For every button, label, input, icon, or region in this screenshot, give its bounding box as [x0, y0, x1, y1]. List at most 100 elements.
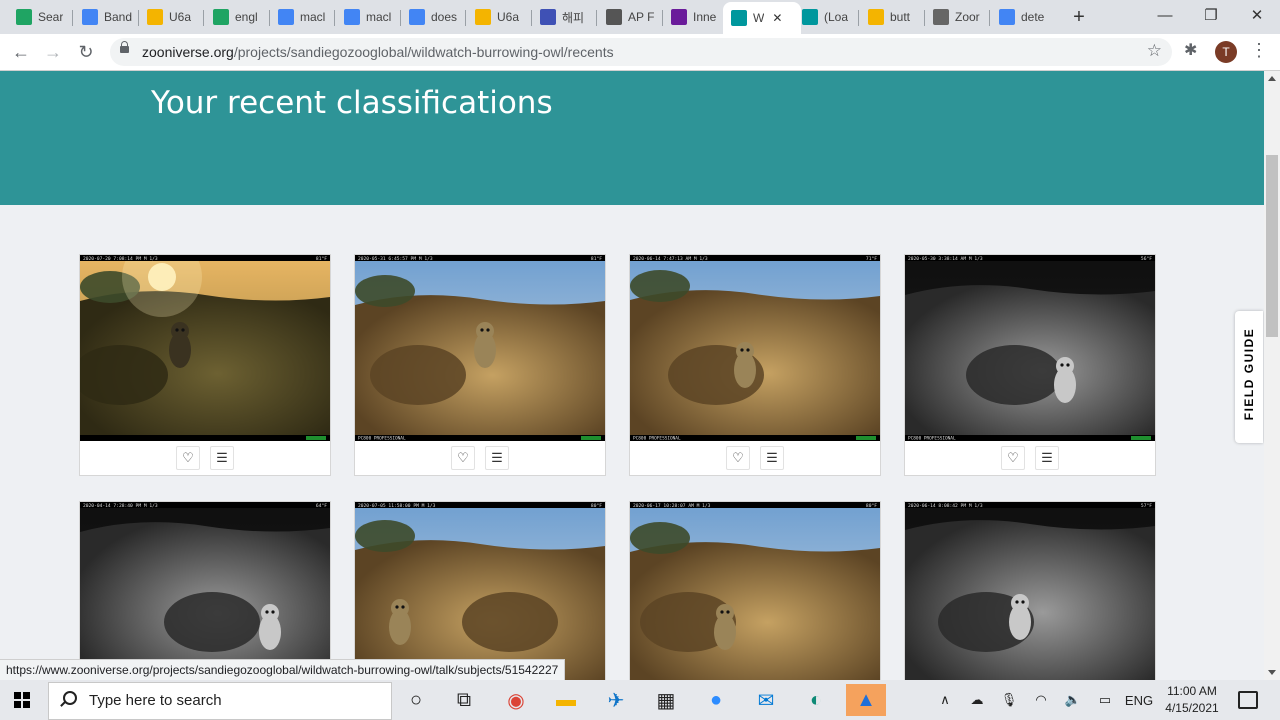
notification-icon[interactable] [1238, 691, 1258, 709]
volume-icon[interactable]: 🔈 [1062, 680, 1084, 720]
lock-icon [120, 41, 129, 53]
profile-avatar[interactable]: T [1215, 41, 1237, 63]
add-to-collection-icon[interactable]: ☰ [760, 446, 784, 470]
taskbar-search-placeholder: Type here to search [89, 692, 222, 709]
browser-tab[interactable]: 해피 [532, 4, 594, 30]
browser-tab[interactable]: macl [336, 4, 398, 30]
browser-tab[interactable]: AP F [598, 4, 660, 30]
store-icon[interactable]: ▦ [646, 684, 686, 716]
tab-separator [596, 10, 597, 26]
close-tab-icon[interactable]: ✕ [772, 11, 782, 25]
wifi-icon[interactable]: ◠ [1030, 680, 1052, 720]
subject-image[interactable]: 2020-07-05 11:58:00 PM M 1/3 80°F [355, 502, 605, 680]
subject-image[interactable]: 2020-07-20 7:08:14 PM M 1/3 81°F [80, 255, 330, 441]
subject-image[interactable]: 2020-06-14 8:08:42 PM M 1/3 57°F [905, 502, 1155, 680]
browser-tab[interactable]: (Loa [794, 4, 856, 30]
zoom-icon[interactable]: ● [696, 684, 736, 716]
task-view-icon[interactable]: ⧉ [444, 684, 484, 716]
google-docs-icon [344, 9, 360, 25]
subject-image[interactable]: 2020-05-30 3:38:14 AM M 1/3 56°F PC800 PRO… [905, 255, 1155, 441]
classification-card[interactable]: 2020-06-14 7:47:13 AM M 1/3 71°F PC800 PRO… [629, 254, 881, 476]
favorite-heart-icon[interactable]: ♡ [176, 446, 200, 470]
browser-tab[interactable]: Zoor [925, 4, 987, 30]
camera-timestamp: 2020-07-05 11:58:00 PM M 1/3 [358, 503, 436, 509]
cortana-icon[interactable]: ○ [396, 684, 436, 716]
browser-tab[interactable]: Inne [663, 4, 725, 30]
battery-icon[interactable]: ▭ [1094, 680, 1116, 720]
subject-image[interactable]: 2020-04-14 7:28:40 PM M 1/3 64°F [80, 502, 330, 680]
scroll-up-arrow-icon[interactable] [1268, 76, 1276, 81]
extensions-icon[interactable]: ✱ [1184, 40, 1197, 60]
edge-icon[interactable]: ◐ [796, 684, 836, 716]
tab-title: dete [1021, 10, 1045, 24]
tray-chevron-icon[interactable]: ∧ [934, 680, 956, 720]
minimize-button[interactable]: — [1142, 0, 1188, 34]
bookmark-star-icon[interactable]: ☆ [1147, 41, 1162, 61]
classification-card[interactable]: 2020-05-31 6:45:57 PM M 1/3 81°F PC800 PRO… [354, 254, 606, 476]
google-drive-icon [16, 9, 32, 25]
favorite-heart-icon[interactable]: ♡ [451, 446, 475, 470]
page-scrollbar[interactable] [1264, 71, 1280, 680]
onedrive-icon[interactable]: ☁ [966, 680, 988, 720]
address-bar[interactable]: zooniverse.org/projects/sandiegozoogloba… [110, 38, 1172, 66]
taskbar-search-box[interactable]: Type here to search [48, 682, 392, 720]
classification-card[interactable]: 2020-04-14 7:28:40 PM M 1/364°F♡☰ [79, 501, 331, 680]
forward-button[interactable]: → [41, 40, 65, 64]
chrome-icon[interactable]: ◉ [496, 684, 536, 716]
favorite-heart-icon[interactable]: ♡ [1001, 446, 1025, 470]
browser-tab[interactable]: engl [205, 4, 267, 30]
tab-title: butt [890, 10, 911, 24]
mail-icon[interactable]: ✉ [746, 684, 786, 716]
browser-menu-icon[interactable]: ⋮ [1250, 40, 1268, 61]
restore-button[interactable]: ❐ [1188, 0, 1234, 34]
subject-image[interactable]: 2020-06-14 7:47:13 AM M 1/3 71°F PC800 PRO… [630, 255, 880, 441]
classification-card[interactable]: 2020-06-17 10:28:07 AM M 1/380°F♡☰ [629, 501, 881, 680]
app-active-icon[interactable]: ▲ [846, 684, 886, 716]
classification-card[interactable]: 2020-07-05 11:58:00 PM M 1/380°F♡☰ [354, 501, 606, 680]
browser-tab[interactable]: dete [991, 4, 1053, 30]
field-guide-tab[interactable]: FIELD GUIDE [1235, 311, 1263, 443]
new-tab-button[interactable]: + [1068, 6, 1090, 28]
subject-image[interactable]: 2020-06-17 10:28:07 AM M 1/3 80°F [630, 502, 880, 680]
tab-separator [334, 10, 335, 26]
owl-figure [734, 342, 756, 388]
windows-start-icon[interactable] [14, 692, 30, 708]
tab-title: Band [104, 10, 133, 24]
browser-tab[interactable]: macl [270, 4, 332, 30]
camera-temperature: 64°F [316, 503, 327, 509]
add-to-collection-icon[interactable]: ☰ [210, 446, 234, 470]
link-status-bubble: https://www.zooniverse.org/projects/sand… [0, 659, 566, 681]
close-window-button[interactable]: ✕ [1234, 0, 1280, 34]
card-actions: ♡ ☰ [80, 441, 330, 475]
scrollbar-thumb[interactable] [1266, 155, 1278, 337]
browser-tab[interactable]: W ✕ [723, 2, 801, 34]
reload-button[interactable]: ↻ [74, 40, 98, 64]
file-explorer-icon[interactable]: ▬ [546, 684, 586, 716]
camera-timestamp: 2020-05-30 3:38:14 AM M 1/3 [908, 256, 983, 262]
clock-date: 4/15/2021 [1165, 701, 1219, 715]
back-button[interactable]: ← [9, 40, 33, 64]
tab-title: Zoor [955, 10, 980, 24]
browser-tab[interactable]: U6a [467, 4, 529, 30]
subject-image[interactable]: 2020-05-31 6:45:57 PM M 1/3 81°F PC800 PRO… [355, 255, 605, 441]
taskbar-clock[interactable]: 11:00 AM 4/15/2021 [1156, 683, 1228, 717]
add-to-collection-icon[interactable]: ☰ [485, 446, 509, 470]
browser-tab[interactable]: Sear [8, 4, 70, 30]
browser-tab[interactable]: Band [74, 4, 136, 30]
language-indicator[interactable]: ENG [1124, 680, 1154, 720]
google-slides-icon [475, 9, 491, 25]
classification-card[interactable]: 2020-07-20 7:08:14 PM M 1/3 81°F ♡ ☰ [79, 254, 331, 476]
camera-timestamp: 2020-06-14 8:08:42 PM M 1/3 [908, 503, 983, 509]
microphone-icon[interactable]: 🎙 [998, 680, 1020, 720]
scroll-down-arrow-icon[interactable] [1268, 670, 1276, 675]
classification-card[interactable]: 2020-05-30 3:38:14 AM M 1/3 56°F PC800 PRO… [904, 254, 1156, 476]
classification-card[interactable]: 2020-06-14 8:08:42 PM M 1/357°F♡☰ [904, 501, 1156, 680]
tab-strip: Sear Band U6a engl macl macl does U6a 해피 AP F Inne… [0, 0, 1280, 34]
browser-tab[interactable]: butt [860, 4, 922, 30]
browser-tab[interactable]: U6a [139, 4, 201, 30]
add-to-collection-icon[interactable]: ☰ [1035, 446, 1059, 470]
edge-beta-icon[interactable]: ✈ [596, 684, 636, 716]
owl-figure [714, 604, 736, 650]
browser-tab[interactable]: does [401, 4, 463, 30]
favorite-heart-icon[interactable]: ♡ [726, 446, 750, 470]
